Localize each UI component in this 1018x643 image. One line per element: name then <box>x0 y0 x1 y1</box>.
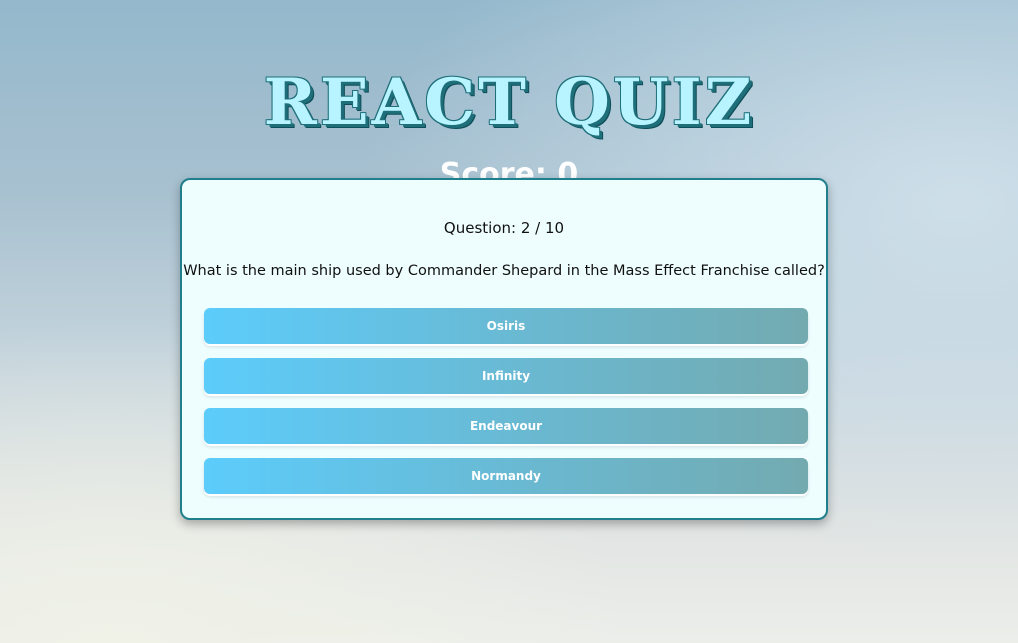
answer-button-endeavour[interactable]: Endeavour <box>204 408 808 444</box>
answer-button-infinity[interactable]: Infinity <box>204 358 808 394</box>
answer-button-normandy[interactable]: Normandy <box>204 458 808 494</box>
answer-list: Osiris Infinity Endeavour Normandy <box>204 308 808 508</box>
app-title: REACT QUIZ <box>263 64 755 140</box>
answer-button-osiris[interactable]: Osiris <box>204 308 808 344</box>
question-number: Question: 2 / 10 <box>443 219 565 237</box>
question-card: Question: 2 / 10 What is the main ship u… <box>180 178 828 520</box>
question-text: What is the main ship used by Commander … <box>183 263 825 279</box>
